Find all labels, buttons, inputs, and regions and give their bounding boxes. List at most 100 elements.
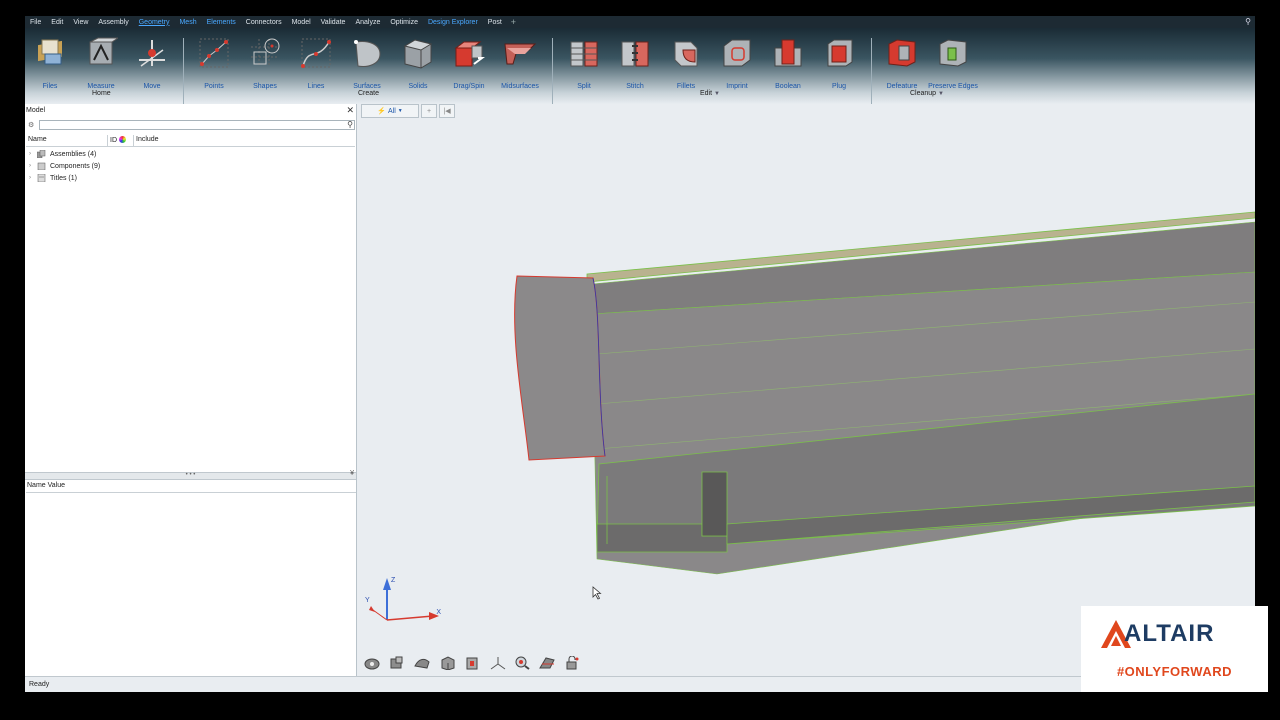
part-shaded-icon[interactable] xyxy=(388,656,408,670)
axis-x-label: X xyxy=(436,609,441,616)
menu-view[interactable]: View xyxy=(68,19,93,26)
surface-shaded-icon[interactable] xyxy=(413,656,433,670)
close-icon[interactable]: ✕ xyxy=(346,105,354,116)
shapes-icon xyxy=(248,36,282,70)
panel-splitter[interactable]: • • • ¥ xyxy=(25,470,356,480)
entity-filter-dropdown[interactable]: ⚡ All ▼ xyxy=(361,104,419,118)
menu-file[interactable]: File xyxy=(25,19,46,26)
solids-tool[interactable]: Solids xyxy=(393,36,443,90)
add-ribbon-button[interactable]: + xyxy=(507,17,520,27)
menu-mesh[interactable]: Mesh xyxy=(174,19,201,26)
box-select-icon[interactable] xyxy=(463,656,483,670)
tree-item-label: Titles (1) xyxy=(50,174,77,182)
preserve-edges-tool[interactable]: Preserve Edges xyxy=(928,36,978,90)
geometry-model[interactable] xyxy=(357,104,1255,692)
zoom-icon[interactable] xyxy=(513,656,533,670)
move-label: Move xyxy=(143,83,161,90)
model-browser-panel: Model ✕ ⚙ ⚲ Name ID Include › Assemblies… xyxy=(25,104,357,692)
solids-label: Solids xyxy=(408,83,428,90)
search-icon[interactable]: ⚲ xyxy=(347,120,353,129)
imprint-icon xyxy=(720,36,754,70)
ribbon-separator xyxy=(552,38,553,104)
menu-elements[interactable]: Elements xyxy=(202,19,241,26)
filter-options-button[interactable]: |◀ xyxy=(439,104,455,118)
files-label: Files xyxy=(42,83,58,90)
menu-validate[interactable]: Validate xyxy=(316,19,351,26)
tree-item-label: Assemblies (4) xyxy=(50,150,97,158)
viewport-toolbar: ⚡ All ▼ + |◀ xyxy=(361,104,457,118)
column-include[interactable]: Include xyxy=(134,135,170,146)
expand-icon[interactable]: › xyxy=(29,163,37,169)
move-tool[interactable]: Move xyxy=(127,36,177,90)
expand-icon[interactable]: › xyxy=(29,175,37,181)
visualization-icon[interactable] xyxy=(363,656,383,670)
column-id[interactable]: ID xyxy=(108,135,134,146)
menu-post[interactable]: Post xyxy=(483,19,507,26)
plug-tool[interactable]: Plug xyxy=(814,36,864,90)
boolean-tool[interactable]: Boolean xyxy=(763,36,813,90)
expand-icon[interactable]: › xyxy=(29,151,37,157)
fillets-label: Fillets xyxy=(676,83,696,90)
rotate-center-icon[interactable] xyxy=(488,656,508,670)
points-tool[interactable]: Points xyxy=(189,36,239,90)
plug-label: Plug xyxy=(831,83,846,90)
drag-spin-tool[interactable]: Drag/Spin xyxy=(444,36,494,90)
edit-group-dropdown[interactable]: ▼ xyxy=(714,91,720,97)
graphics-viewport[interactable]: ⚡ All ▼ + |◀ Z Y X xyxy=(357,104,1255,692)
section-cut-icon[interactable] xyxy=(538,656,558,670)
midsurfaces-tool[interactable]: Midsurfaces xyxy=(495,36,545,90)
column-name[interactable]: Name xyxy=(26,135,108,146)
altair-logo: ALTAIR #ONLYFORWARD xyxy=(1081,606,1268,692)
filter-icon[interactable]: ⚙ xyxy=(28,121,36,129)
solids-icon xyxy=(401,36,435,70)
defeature-label: Defeature xyxy=(886,83,918,90)
stitch-label: Stitch xyxy=(626,83,644,90)
skip-icon: |◀ xyxy=(443,108,451,115)
component-icon xyxy=(37,162,46,170)
search-icon[interactable]: ⚲ xyxy=(1245,17,1251,26)
group-edit-label: Edit ▼ xyxy=(700,90,720,97)
title-icon xyxy=(37,174,46,182)
menu-model[interactable]: Model xyxy=(287,19,316,26)
shapes-tool[interactable]: Shapes xyxy=(240,36,290,90)
menu-analyze[interactable]: Analyze xyxy=(350,19,385,26)
lines-tool[interactable]: Lines xyxy=(291,36,341,90)
tree-item-assemblies[interactable]: › Assemblies (4) xyxy=(29,150,96,158)
menu-design-explorer[interactable]: Design Explorer xyxy=(423,19,483,26)
menu-optimize[interactable]: Optimize xyxy=(385,19,423,26)
search-input[interactable] xyxy=(39,120,355,130)
menu-assembly[interactable]: Assembly xyxy=(93,19,133,26)
defeature-tool[interactable]: Defeature xyxy=(877,36,927,90)
surfaces-tool[interactable]: Surfaces xyxy=(342,36,392,90)
fillets-icon xyxy=(669,36,703,70)
drag-spin-label: Drag/Spin xyxy=(453,83,485,90)
menu-bar: File Edit View Assembly Geometry Mesh El… xyxy=(25,16,1255,28)
drag-spin-icon xyxy=(452,36,486,70)
splitter-toggle[interactable]: ¥ xyxy=(350,470,354,477)
cleanup-group-dropdown[interactable]: ▼ xyxy=(938,91,944,97)
ribbon-separator xyxy=(183,38,184,104)
files-tool[interactable]: Files xyxy=(25,36,75,90)
stitch-tool[interactable]: Stitch xyxy=(610,36,660,90)
add-filter-button[interactable]: + xyxy=(421,104,437,118)
fillets-tool[interactable]: Fillets xyxy=(661,36,711,90)
measure-tool[interactable]: Measure xyxy=(76,36,126,90)
altair-wordmark: ALTAIR xyxy=(1124,620,1215,647)
menu-connectors[interactable]: Connectors xyxy=(241,19,287,26)
boolean-label: Boolean xyxy=(775,83,801,90)
imprint-label: Imprint xyxy=(726,83,748,90)
menu-geometry[interactable]: Geometry xyxy=(134,19,175,26)
split-tool[interactable]: Split xyxy=(559,36,609,90)
assembly-icon xyxy=(37,150,46,158)
status-bar: Ready xyxy=(25,676,1255,692)
menu-edit[interactable]: Edit xyxy=(46,19,68,26)
plug-icon xyxy=(822,36,856,70)
cube-view-icon[interactable] xyxy=(438,656,458,670)
preserve-edges-label: Preserve Edges xyxy=(928,83,978,90)
lock-view-icon[interactable] xyxy=(563,656,583,670)
lines-label: Lines xyxy=(307,83,325,90)
axis-z-label: Z xyxy=(391,577,396,584)
tree-item-components[interactable]: › Components (9) xyxy=(29,162,100,170)
imprint-tool[interactable]: Imprint xyxy=(712,36,762,90)
tree-item-titles[interactable]: › Titles (1) xyxy=(29,174,77,182)
